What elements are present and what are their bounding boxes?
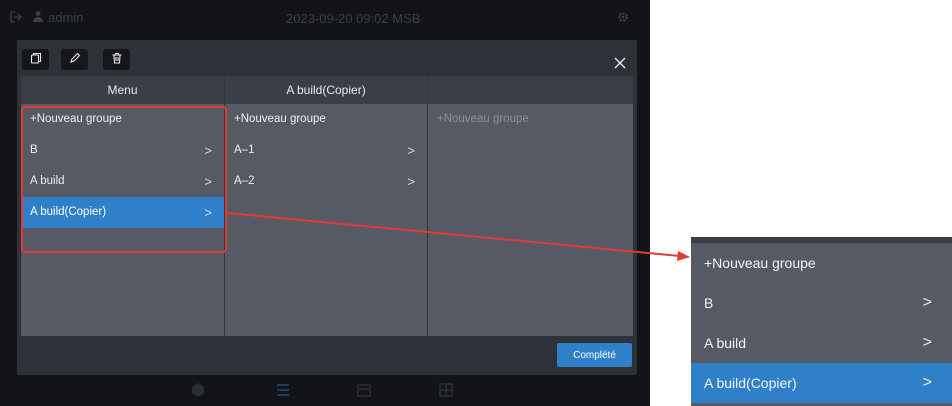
chevron-right-icon: >: [922, 334, 932, 351]
chevron-right-icon: >: [922, 294, 932, 311]
chevron-right-icon: >: [922, 374, 932, 391]
row-label: A build: [704, 335, 747, 351]
zoom-menu-item-a-build-copier: A build(Copier) >: [691, 363, 952, 403]
zoom-menu-item-b: B >: [691, 283, 952, 323]
zoom-menu-item-a-build: A build >: [691, 323, 952, 363]
zoom-new-group-item: +Nouveau groupe: [691, 243, 952, 283]
row-label: +Nouveau groupe: [704, 255, 816, 271]
row-label: B: [704, 295, 714, 311]
zoom-callout: +Nouveau groupe B > A build > A build(Copi…: [691, 237, 952, 406]
row-label: A build(Copier): [704, 375, 797, 391]
